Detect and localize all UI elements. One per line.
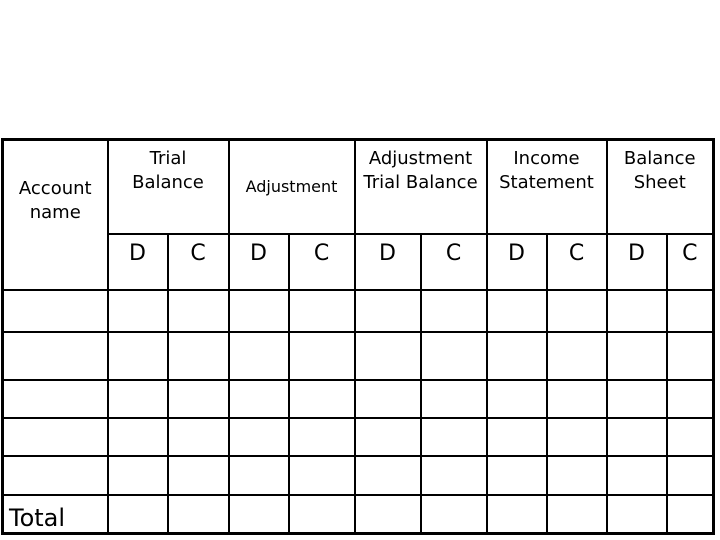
cell[interactable]: [106, 379, 169, 419]
tb-debit-header: D: [106, 233, 169, 291]
cell[interactable]: [353, 417, 422, 457]
total-row: Total: [1, 494, 715, 535]
cell[interactable]: [106, 331, 169, 381]
cell[interactable]: [605, 331, 668, 381]
bs-credit-header: C: [665, 233, 715, 291]
cell[interactable]: [166, 379, 230, 419]
cell[interactable]: [287, 455, 356, 496]
cell[interactable]: [166, 417, 230, 457]
cell[interactable]: [353, 331, 422, 381]
total-cell[interactable]: [287, 494, 356, 535]
trial-balance-label: Trial Balance: [132, 148, 204, 193]
cell[interactable]: [419, 417, 488, 457]
table-row: [1, 379, 715, 419]
total-cell[interactable]: [227, 494, 290, 535]
cell[interactable]: [227, 289, 290, 333]
total-cell[interactable]: [419, 494, 488, 535]
adj-credit-header: C: [287, 233, 356, 291]
cell[interactable]: [545, 417, 608, 457]
cell[interactable]: [665, 455, 715, 496]
cell[interactable]: [665, 379, 715, 419]
total-cell[interactable]: [166, 494, 230, 535]
group-income-statement: Income Statement: [485, 138, 608, 235]
cell[interactable]: [665, 417, 715, 457]
tb-credit-header: C: [166, 233, 230, 291]
adjustment-trial-balance-label: Adjustment Trial Balance: [363, 148, 478, 193]
cell[interactable]: [287, 289, 356, 333]
group-adjustment: Adjustment: [227, 138, 356, 235]
table-row: [1, 455, 715, 496]
bs-debit-header: D: [605, 233, 668, 291]
cell[interactable]: [227, 455, 290, 496]
cell[interactable]: [605, 289, 668, 333]
is-credit-header: C: [545, 233, 608, 291]
cell[interactable]: [485, 379, 548, 419]
cell[interactable]: [1, 289, 109, 333]
cell[interactable]: [605, 455, 668, 496]
header-row-dc: D C D C D C D C D C: [3, 233, 715, 291]
cell[interactable]: [665, 289, 715, 333]
group-balance-sheet: Balance Sheet: [605, 138, 715, 235]
cell[interactable]: [485, 331, 548, 381]
is-debit-header: D: [485, 233, 548, 291]
cell[interactable]: [353, 289, 422, 333]
account-name-header: Account name: [1, 138, 109, 291]
group-trial-balance: Trial Balance: [106, 138, 230, 235]
cell[interactable]: [1, 331, 109, 381]
worksheet-table: Account name Trial Balance Adjustment Ad…: [1, 138, 715, 535]
cell[interactable]: [419, 455, 488, 496]
cell[interactable]: [166, 289, 230, 333]
cell[interactable]: [227, 331, 290, 381]
cell[interactable]: [545, 455, 608, 496]
cell[interactable]: [545, 289, 608, 333]
atb-credit-header: C: [419, 233, 488, 291]
cell[interactable]: [1, 379, 109, 419]
cell[interactable]: [485, 417, 548, 457]
cell[interactable]: [605, 417, 668, 457]
table-row: [1, 331, 715, 381]
cell[interactable]: [166, 331, 230, 381]
adjustment-label: Adjustment: [245, 177, 338, 196]
cell[interactable]: [287, 417, 356, 457]
total-label: Total: [1, 494, 109, 535]
adj-debit-header: D: [227, 233, 290, 291]
cell[interactable]: [1, 417, 109, 457]
account-name-label: Account name: [18, 178, 92, 223]
atb-debit-header: D: [353, 233, 422, 291]
cell[interactable]: [665, 331, 715, 381]
group-adjusted-trial-balance: Adjustment Trial Balance: [353, 138, 488, 235]
income-statement-label: Income Statement: [499, 148, 594, 193]
balance-sheet-label: Balance Sheet: [623, 148, 696, 193]
cell[interactable]: [419, 379, 488, 419]
cell[interactable]: [419, 331, 488, 381]
cell[interactable]: [419, 289, 488, 333]
cell[interactable]: [227, 417, 290, 457]
table-row: [1, 289, 715, 333]
total-cell[interactable]: [605, 494, 668, 535]
cell[interactable]: [605, 379, 668, 419]
cell[interactable]: [485, 289, 548, 333]
total-cell[interactable]: [353, 494, 422, 535]
cell[interactable]: [106, 417, 169, 457]
total-cell[interactable]: [665, 494, 715, 535]
cell[interactable]: [287, 331, 356, 381]
cell[interactable]: [166, 455, 230, 496]
cell[interactable]: [106, 455, 169, 496]
cell[interactable]: [353, 455, 422, 496]
cell[interactable]: [545, 331, 608, 381]
cell[interactable]: [227, 379, 290, 419]
total-cell[interactable]: [485, 494, 548, 535]
total-cell[interactable]: [545, 494, 608, 535]
cell[interactable]: [485, 455, 548, 496]
cell[interactable]: [287, 379, 356, 419]
table-row: [1, 417, 715, 457]
cell[interactable]: [106, 289, 169, 333]
total-cell[interactable]: [106, 494, 169, 535]
cell[interactable]: [545, 379, 608, 419]
cell[interactable]: [353, 379, 422, 419]
cell[interactable]: [1, 455, 109, 496]
header-row-groups: Account name Trial Balance Adjustment Ad…: [1, 138, 715, 291]
